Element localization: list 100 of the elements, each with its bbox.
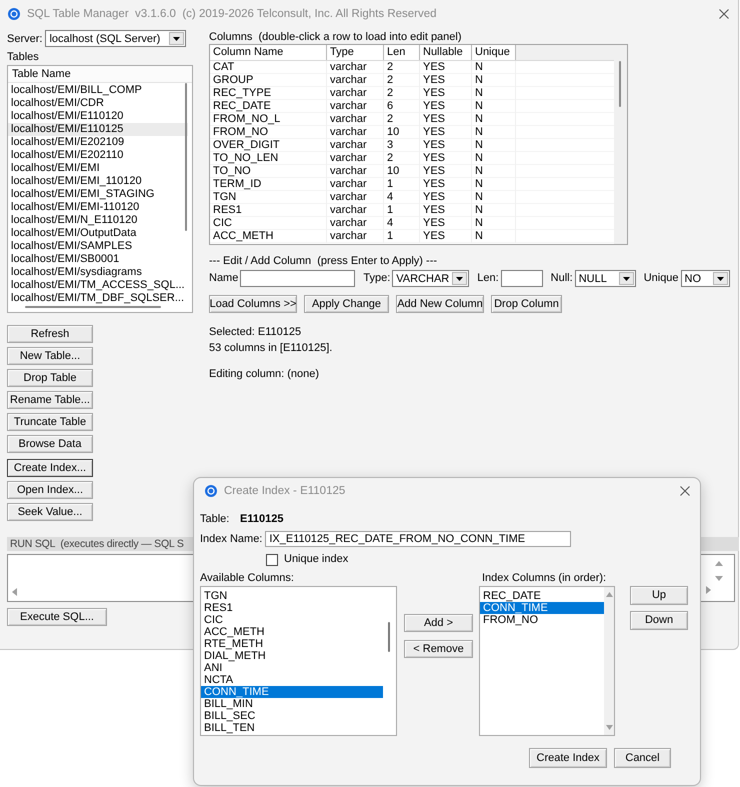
list-item[interactable]: ANI [201,662,383,674]
list-item[interactable]: RES1 [201,602,383,614]
section-label: Available Columns: [200,572,295,584]
list-item[interactable]: localhost/EMI/TM_ACCESS_SQL... [8,279,188,292]
input-field[interactable]: IX_E110125_REC_DATE_FROM_NO_CONN_TIME [265,531,572,547]
scroll-down-icon[interactable] [606,725,612,730]
list-item[interactable]: CONN_TIME [201,686,383,698]
table-cell: YES [420,178,472,191]
field-label: Table: [200,512,230,526]
toolbar-button[interactable]: Create Index... [7,459,93,477]
order-button[interactable]: Up [630,586,688,605]
column-header[interactable]: Nullable [420,45,472,60]
table-cell: N [472,100,516,113]
table-cell: N [472,152,516,165]
list-item[interactable]: RTE_METH [201,638,383,650]
list-item[interactable]: TGN [201,590,383,602]
list-item[interactable]: localhost/EMI/E202109 [8,136,188,149]
list-item[interactable]: CIC [201,614,383,626]
list-item[interactable]: localhost/EMI/SAMPLES [8,240,188,253]
list-item[interactable]: localhost/EMI/N_E110120 [8,214,188,227]
toolbar-button[interactable]: New Table... [7,347,93,365]
scrollbar-thumb[interactable] [619,61,621,107]
status-text: 53 columns in [E110125]. [209,341,332,356]
list-item[interactable]: CONN_TIME [480,602,604,614]
table-cell: 1 [384,178,420,191]
column-header[interactable]: Column Name [210,45,327,60]
list-item[interactable]: localhost/EMI/TM_DBF_SQLSER... [8,292,188,305]
input-field[interactable] [240,270,356,287]
list-item[interactable]: localhost/EMI/EMI_STAGING [8,188,188,201]
list-item[interactable]: localhost/EMI/OutputData [8,227,188,240]
list-item[interactable]: localhost/EMI/EMI [8,162,188,175]
scrollbar-thumb[interactable] [388,622,390,652]
scroll-down-icon[interactable] [715,576,723,581]
dialog-button[interactable]: Create Index [529,748,607,768]
column-header[interactable]: Table Name [8,66,192,83]
action-button[interactable]: Drop Column [491,295,562,313]
list-item[interactable]: NCTA [201,674,383,686]
scroll-left-icon[interactable] [12,588,17,596]
table-cell: 2 [384,87,420,100]
list-item[interactable]: localhost/EMI/E110120 [8,110,188,123]
section-label: Tables [7,51,39,63]
table-cell: CAT [210,61,327,74]
list-item[interactable]: BILL_SEC [201,710,383,722]
toolbar-button[interactable]: Truncate Table [7,413,93,431]
toolbar-button[interactable]: Seek Value... [7,503,93,521]
action-button[interactable]: Add New Column [396,295,484,313]
order-button[interactable]: Down [630,611,688,630]
scroll-up-icon[interactable] [715,561,723,566]
list-item[interactable]: FROM_NO [480,614,604,626]
list-item[interactable]: localhost/EMI/CDR [8,97,188,110]
action-button[interactable]: Apply Change [304,295,389,313]
column-header[interactable]: Len [384,45,420,60]
table-cell: N [472,126,516,139]
toolbar-button[interactable]: Open Index... [7,481,93,499]
action-button[interactable]: Load Columns >> [209,295,297,313]
scroll-right-icon[interactable] [706,586,711,594]
toolbar-button[interactable]: Rename Table... [7,391,93,409]
table-cell: varchar [327,230,384,243]
dropdown[interactable]: VARCHAR [392,270,470,287]
table-cell: YES [420,61,472,74]
table-cell: TO_NO_LEN [210,152,327,165]
table-cell: N [472,113,516,126]
table-cell: N [472,191,516,204]
dropdown[interactable]: localhost (SQL Server) [45,30,186,47]
list-item[interactable]: REC_DATE [480,590,604,602]
checkbox[interactable] [266,554,278,566]
list-item[interactable]: localhost/EMI/SB0001 [8,253,188,266]
table-cell: YES [420,204,472,217]
toolbar-button[interactable]: Browse Data [7,435,93,453]
table-cell: varchar [327,139,384,152]
dropdown[interactable]: NO [680,270,730,287]
dropdown[interactable]: NULL [574,270,636,287]
list-item[interactable]: localhost/EMI/E202110 [8,149,188,162]
table-cell: 6 [384,100,420,113]
table-cell: YES [420,113,472,126]
close-icon[interactable] [719,9,729,19]
move-button[interactable]: Add > [404,614,473,632]
toolbar-button[interactable]: Refresh [7,325,93,343]
list-item[interactable]: DIAL_METH [201,650,383,662]
table-cell: YES [420,87,472,100]
execute-button[interactable]: Execute SQL... [7,608,107,626]
scrollbar-thumb[interactable] [185,83,187,231]
input-field[interactable] [500,270,543,287]
list-item[interactable]: localhost/EMI/sysdiagrams [8,266,188,279]
column-header[interactable]: Type [327,45,384,60]
list-item[interactable]: ACC_METH [201,626,383,638]
move-button[interactable]: < Remove [404,640,473,658]
table-cell: YES [420,217,472,230]
scrollbar-thumb[interactable] [25,306,161,308]
dialog-button[interactable]: Cancel [614,748,671,768]
toolbar-button[interactable]: Drop Table [7,369,93,387]
scroll-up-icon[interactable] [606,592,612,597]
list-item[interactable]: localhost/EMI/BILL_COMP [8,84,188,97]
list-item[interactable]: BILL_TEN [201,722,383,734]
close-icon[interactable] [680,486,690,496]
list-item[interactable]: BILL_MIN [201,698,383,710]
list-item[interactable]: localhost/EMI/E110125 [8,123,188,136]
list-item[interactable]: localhost/EMI/EMI-110120 [8,201,188,214]
list-item[interactable]: localhost/EMI/EMI_110120 [8,175,188,188]
field-label: Unique [644,271,679,286]
